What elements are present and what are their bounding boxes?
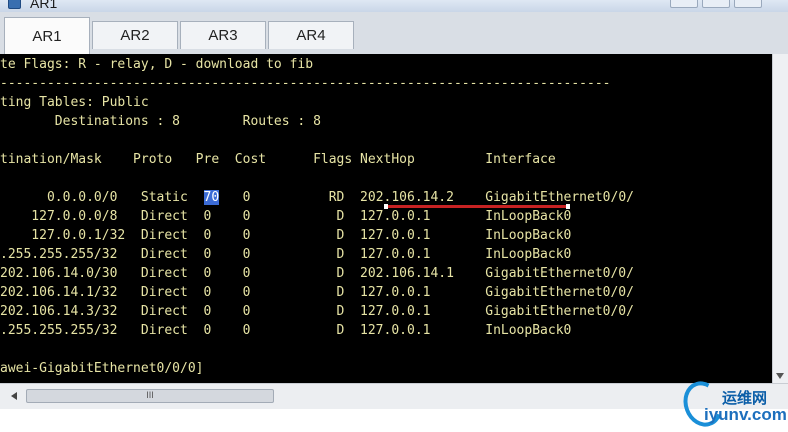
- table-row: 202.106.14.1/32 Direct 0 0 D 127.0.0.1 G…: [0, 285, 634, 300]
- window-titlebar: AR1: [0, 0, 788, 12]
- cli-prompt: awei-GigabitEthernet0/0/0]: [0, 361, 204, 376]
- device-tab-bar: AR1 AR2 AR3 AR4: [0, 12, 788, 55]
- tab-ar4[interactable]: AR4: [268, 21, 354, 49]
- status-area: [0, 409, 788, 432]
- vertical-scrollbar[interactable]: [772, 54, 788, 383]
- horizontal-scrollbar[interactable]: III: [0, 383, 788, 409]
- table-row: .255.255.255/32 Direct 0 0 D 127.0.0.1 I…: [0, 247, 572, 262]
- close-button[interactable]: [734, 0, 762, 8]
- terminal-line: te Flags: R - relay, D - download to fib: [0, 57, 314, 72]
- annotation-underline: [384, 204, 570, 209]
- tab-ar2[interactable]: AR2: [92, 21, 178, 49]
- route-rest: 0 RD 202.106.14.2 GigabitEthernet0/0/: [219, 190, 634, 205]
- terminal-line: ting Tables: Public: [0, 95, 149, 110]
- route-prefix: 0.0.0.0/0 Static: [0, 190, 204, 205]
- cli-terminal[interactable]: te Flags: R - relay, D - download to fib…: [0, 54, 788, 383]
- horizontal-scroll-thumb[interactable]: III: [26, 389, 274, 403]
- tab-ar1[interactable]: AR1: [4, 17, 90, 54]
- watermark-domain: iyunv.com: [704, 405, 787, 424]
- watermark-logo: 运维网 iyunv.com: [677, 375, 788, 432]
- app-icon: [8, 0, 21, 9]
- tab-ar3[interactable]: AR3: [180, 21, 266, 49]
- minimize-button[interactable]: [670, 0, 698, 8]
- table-header: tination/Mask Proto Pre Cost Flags NextH…: [0, 152, 556, 167]
- scroll-left-arrow-icon[interactable]: [11, 392, 17, 400]
- terminal-divider: ----------------------------------------…: [0, 76, 611, 91]
- maximize-button[interactable]: [702, 0, 730, 8]
- table-row: 127.0.0.1/32 Direct 0 0 D 127.0.0.1 InLo…: [0, 228, 572, 243]
- terminal-line: Destinations : 8 Routes : 8: [0, 114, 321, 129]
- table-row: 202.106.14.0/30 Direct 0 0 D 202.106.14.…: [0, 266, 634, 281]
- selected-preference-value: 70: [203, 190, 220, 205]
- table-row: .255.255.255/32 Direct 0 0 D 127.0.0.1 I…: [0, 323, 572, 338]
- table-row: 127.0.0.0/8 Direct 0 0 D 127.0.0.1 InLoo…: [0, 209, 572, 224]
- table-row: 202.106.14.3/32 Direct 0 0 D 127.0.0.1 G…: [0, 304, 634, 319]
- window-title: AR1: [30, 0, 58, 11]
